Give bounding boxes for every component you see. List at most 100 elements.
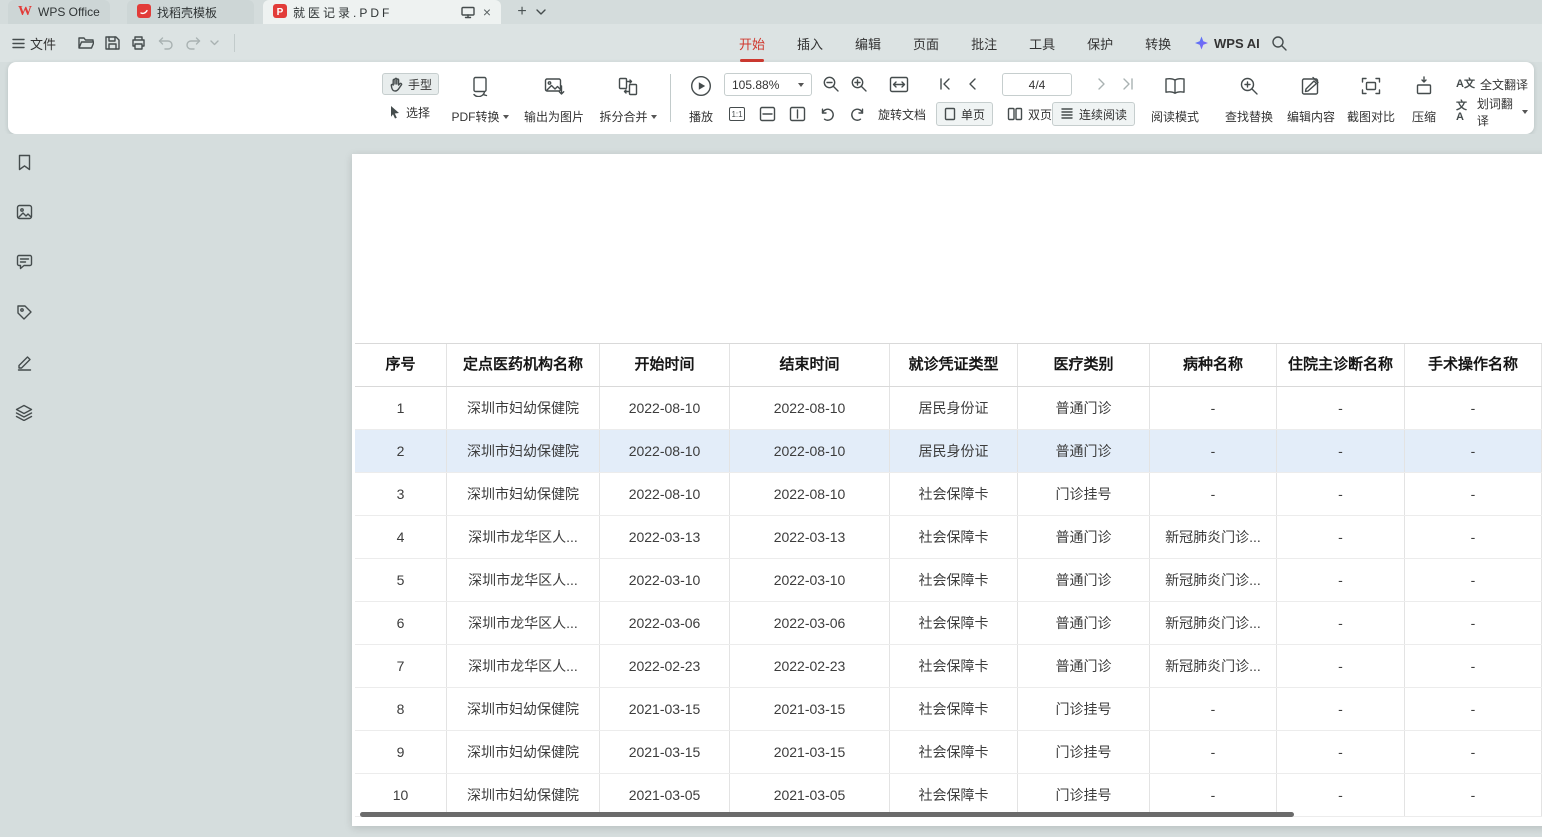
redo-button[interactable] (185, 24, 201, 62)
table-row: 3深圳市妇幼保健院2022-08-102022-08-10社会保障卡门诊挂号--… (355, 473, 1542, 516)
wps-ai-icon (1194, 36, 1209, 51)
pdf-icon: P (273, 4, 287, 21)
ribbon-tabs: 开始 插入 编辑 页面 批注 工具 保护 转换 (738, 24, 1172, 62)
document-viewport[interactable]: 序号定点医药机构名称开始时间结束时间就诊凭证类型医疗类别病种名称住院主诊断名称手… (0, 134, 1542, 837)
edit-content-button[interactable]: 编辑内容 (1282, 70, 1340, 128)
thumbnails-panel-button[interactable] (10, 198, 38, 226)
tab-insert[interactable]: 插入 (796, 34, 824, 53)
table-cell: 2021-03-15 (600, 688, 730, 730)
table-cell: 普通门诊 (1018, 516, 1150, 558)
rotate-right-button[interactable] (846, 103, 868, 125)
zoom-level-value: 105.88% (732, 78, 779, 92)
table-cell: 2022-02-23 (600, 645, 730, 687)
table-cell: 深圳市龙华区人... (447, 516, 600, 558)
tab-document[interactable]: P 就医记录.PDF × (263, 0, 501, 24)
tab-wps-office[interactable]: W WPS Office (8, 0, 110, 24)
export-image-icon (544, 73, 565, 99)
continuous-read-button[interactable]: 连续阅读 (1052, 102, 1135, 126)
table-row: 10深圳市妇幼保健院2021-03-052021-03-05社会保障卡门诊挂号-… (355, 774, 1542, 817)
read-mode-button[interactable]: 阅读模式 (1144, 70, 1206, 128)
undo-history-chevron[interactable] (210, 24, 219, 62)
wps-ai-label: WPS AI (1214, 36, 1260, 51)
last-page-button[interactable] (1117, 73, 1139, 95)
wps-ai-button[interactable]: WPS AI (1194, 24, 1260, 62)
compress-button[interactable]: 压缩 (1402, 70, 1446, 128)
fit-page-button[interactable] (786, 103, 808, 125)
single-page-button[interactable]: 单页 (936, 102, 993, 126)
table-cell: 9 (355, 731, 447, 773)
tab-comment[interactable]: 批注 (970, 34, 998, 53)
zoom-level-combobox[interactable]: 105.88% (724, 73, 812, 96)
tab-protect[interactable]: 保护 (1086, 34, 1114, 53)
annotations-panel-button[interactable] (10, 298, 38, 326)
tab-convert[interactable]: 转换 (1144, 34, 1172, 53)
signature-panel-button[interactable] (10, 348, 38, 376)
tab-home[interactable]: 开始 (738, 34, 766, 53)
table-cell: 门诊挂号 (1018, 731, 1150, 773)
prev-page-button[interactable] (961, 73, 983, 95)
compress-label: 压缩 (1412, 108, 1436, 125)
save-button[interactable] (105, 24, 120, 62)
tab-close-icon[interactable]: × (483, 5, 491, 19)
table-cell: - (1405, 774, 1542, 816)
zoom-in-button[interactable] (848, 73, 870, 95)
fit-width-button[interactable] (756, 103, 778, 125)
play-button[interactable]: 播放 (678, 70, 724, 128)
zoom-out-button[interactable] (820, 73, 842, 95)
print-icon (131, 36, 146, 50)
fit-window-button[interactable] (886, 73, 912, 95)
export-image-button[interactable]: 输出为图片 (518, 70, 590, 128)
table-cell: - (1405, 602, 1542, 644)
table-row: 5深圳市龙华区人...2022-03-102022-03-10社会保障卡普通门诊… (355, 559, 1542, 602)
rotate-left-icon (819, 106, 836, 123)
docer-icon (137, 4, 151, 21)
split-merge-button[interactable]: 拆分合并 (594, 70, 662, 128)
tab-page[interactable]: 页面 (912, 34, 940, 53)
menubar: 文件 开始 插入 编辑 页面 批注 工具 保护 转换 WPS AI (0, 24, 1542, 62)
table-cell: 新冠肺炎门诊... (1150, 559, 1277, 601)
open-button[interactable] (78, 24, 94, 62)
pdf-page[interactable]: 序号定点医药机构名称开始时间结束时间就诊凭证类型医疗类别病种名称住院主诊断名称手… (352, 154, 1542, 826)
tab-edit[interactable]: 编辑 (854, 34, 882, 53)
print-button[interactable] (131, 24, 146, 62)
hand-tool-button[interactable]: 手型 (382, 73, 439, 95)
split-merge-icon (618, 73, 638, 99)
table-cell: 2022-02-23 (730, 645, 890, 687)
tab-docer-templates[interactable]: 找稻壳模板 (127, 0, 254, 24)
comments-panel-button[interactable] (10, 248, 38, 276)
table-cell: - (1405, 430, 1542, 472)
rotate-doc-button[interactable]: 旋转文档 (878, 103, 926, 125)
new-tab-button[interactable]: + (512, 2, 532, 22)
layers-panel-button[interactable] (10, 398, 38, 426)
next-page-button[interactable] (1091, 73, 1113, 95)
table-cell: - (1150, 473, 1277, 515)
hand-tool-label: 手型 (408, 76, 432, 93)
table-cell: 8 (355, 688, 447, 730)
actual-size-button[interactable]: 1:1 (726, 103, 748, 125)
table-cell: 2022-08-10 (600, 430, 730, 472)
table-cell: 社会保障卡 (890, 774, 1018, 816)
table-cell: 社会保障卡 (890, 645, 1018, 687)
undo-button[interactable] (158, 24, 174, 62)
translate-icon: A文 (1456, 79, 1475, 90)
horizontal-scrollbar[interactable] (360, 812, 1294, 817)
file-menu-button[interactable]: 文件 (12, 24, 56, 62)
ribbon-toolbar: 手型 选择 PDF转换 输出为图片 拆分合并 播放 105.88% (8, 62, 1534, 134)
table-cell: 1 (355, 387, 447, 429)
find-replace-button[interactable]: 查找替换 (1220, 70, 1278, 128)
full-translate-button[interactable]: A文 全文翻译 (1450, 73, 1534, 95)
pdf-convert-button[interactable]: PDF转换 (446, 70, 514, 128)
bookmarks-panel-button[interactable] (10, 148, 38, 176)
page-number-input[interactable] (1002, 73, 1072, 96)
tab-list-chevron-icon[interactable] (532, 2, 550, 22)
table-cell: 2022-03-13 (730, 516, 890, 558)
word-translate-button[interactable]: 文A 划词翻译 (1450, 101, 1534, 123)
table-cell: 7 (355, 645, 447, 687)
first-page-button[interactable] (934, 73, 956, 95)
rotate-left-button[interactable] (816, 103, 838, 125)
screenshot-compare-button[interactable]: 截图对比 (1342, 70, 1400, 128)
table-cell: - (1277, 645, 1405, 687)
menubar-search-button[interactable] (1271, 24, 1287, 62)
select-tool-button[interactable]: 选择 (382, 101, 436, 123)
tab-tools[interactable]: 工具 (1028, 34, 1056, 53)
